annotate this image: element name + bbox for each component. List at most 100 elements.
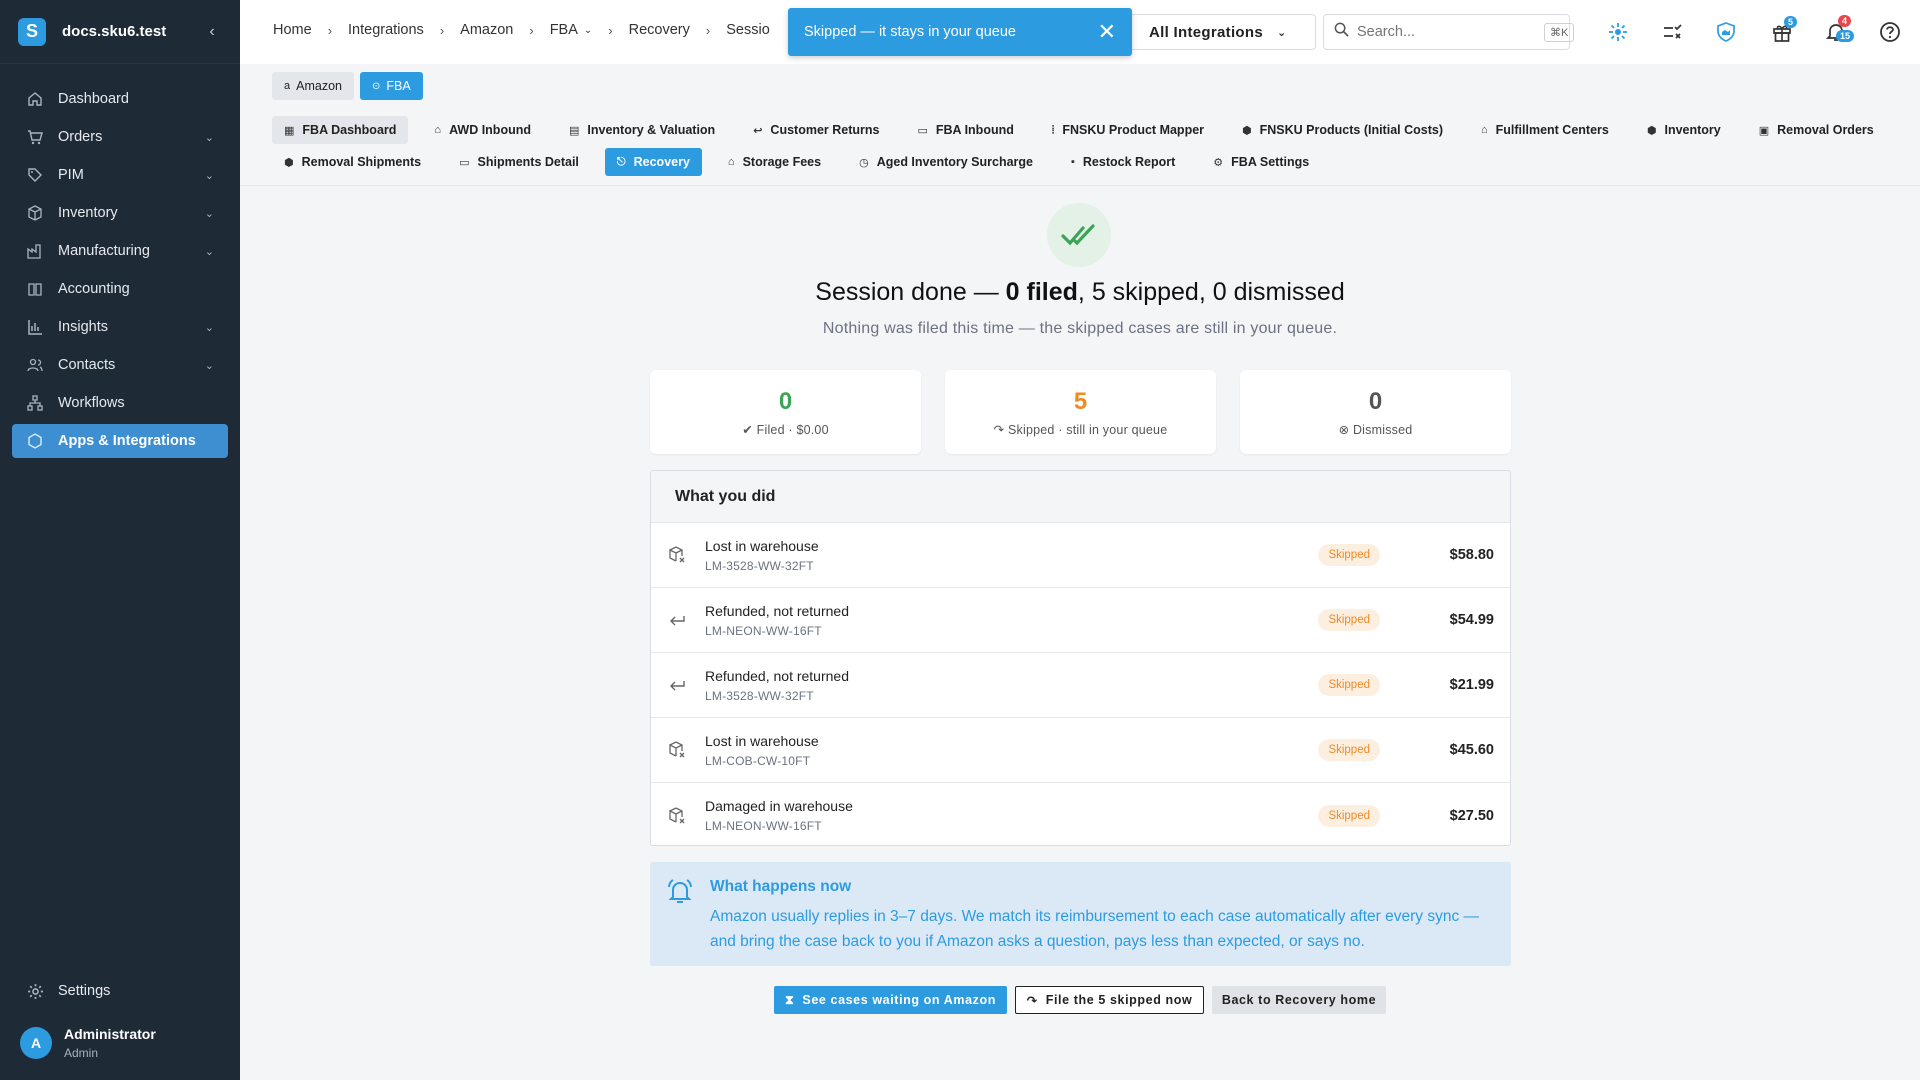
breadcrumb-home[interactable]: Home bbox=[273, 22, 312, 38]
list-item[interactable]: Damaged in warehouse LM-NEON-WW-16FT Skip… bbox=[651, 783, 1510, 845]
sidebar-item-workflows[interactable]: Workflows bbox=[12, 386, 228, 420]
sidebar-item-settings[interactable]: Settings bbox=[12, 974, 228, 1008]
list-item[interactable]: Lost in warehouse LM-COB-CW-10FT Skipped … bbox=[651, 718, 1510, 783]
tab-removal-orders[interactable]: ▣ Removal Orders bbox=[1747, 116, 1886, 144]
sidebar-item-apps-integrations[interactable]: Apps & Integrations bbox=[12, 424, 228, 458]
sidebar-item-manufacturing[interactable]: Manufacturing ⌄ bbox=[12, 234, 228, 268]
tab-fba-settings[interactable]: ⚙ FBA Settings bbox=[1201, 148, 1321, 176]
list-item[interactable]: Refunded, not returned LM-3528-WW-32FT Sk… bbox=[651, 653, 1510, 718]
warehouse-icon: ⌂ bbox=[434, 124, 442, 136]
tab-customer-returns[interactable]: ↩ Customer Returns bbox=[741, 116, 891, 144]
notification-badge-blue: 15 bbox=[1836, 30, 1855, 42]
list-item[interactable]: Refunded, not returned LM-NEON-WW-16FT Sk… bbox=[651, 588, 1510, 653]
user-profile[interactable]: A Administrator Admin bbox=[20, 1026, 156, 1060]
tab-inventory[interactable]: ⬢ Inventory bbox=[1635, 116, 1733, 144]
tab-label: Removal Shipments bbox=[301, 155, 422, 169]
hourglass-icon: ⧗ bbox=[785, 992, 795, 1007]
back-to-recovery-button[interactable]: Back to Recovery home bbox=[1212, 986, 1386, 1014]
chevron-down-icon[interactable]: ⌄ bbox=[584, 25, 592, 36]
chevron-down-icon: ⌄ bbox=[204, 359, 214, 372]
check-circle-icon: ✔ bbox=[742, 423, 753, 437]
tab-label: Shipments Detail bbox=[477, 155, 579, 169]
case-amount: $54.99 bbox=[1449, 612, 1494, 628]
integration-chips: a Amazon ⊙ FBA bbox=[272, 72, 423, 100]
close-icon[interactable]: ✕ bbox=[1098, 21, 1116, 43]
integration-select[interactable]: All Integrations ⌄ bbox=[1120, 14, 1316, 50]
see-waiting-cases-button[interactable]: ⧗ See cases waiting on Amazon bbox=[774, 986, 1007, 1014]
collapse-sidebar-icon[interactable]: ‹ bbox=[202, 23, 222, 41]
sidebar-item-dashboard[interactable]: Dashboard bbox=[12, 82, 228, 116]
breadcrumb-recovery[interactable]: Recovery bbox=[629, 22, 690, 38]
tab-recovery[interactable]: ⎋ Recovery bbox=[604, 148, 702, 176]
fba-icon: ⊙ bbox=[371, 80, 381, 92]
sparkle-icon[interactable] bbox=[1606, 20, 1630, 44]
tab-storage-fees[interactable]: ⌂ Storage Fees bbox=[716, 148, 833, 176]
toast-message: Skipped — it stays in your queue bbox=[804, 24, 1016, 40]
x-circle-icon: ⊗ bbox=[1338, 423, 1350, 437]
shield-icon[interactable] bbox=[1714, 20, 1738, 44]
breadcrumb-amazon[interactable]: Amazon bbox=[460, 22, 513, 38]
status-badge: Skipped bbox=[1318, 609, 1380, 631]
avatar: A bbox=[20, 1027, 52, 1059]
return-arrow-icon bbox=[667, 611, 687, 629]
double-check-icon bbox=[1047, 203, 1111, 267]
headline-prefix: Session done — bbox=[815, 278, 1006, 306]
clock-icon: ◷ bbox=[859, 156, 869, 169]
button-label: Back to Recovery home bbox=[1221, 993, 1377, 1007]
case-title: Refunded, not returned bbox=[705, 602, 849, 619]
sidebar-item-contacts[interactable]: Contacts ⌄ bbox=[12, 348, 228, 382]
sidebar-item-label: Workflows bbox=[58, 395, 125, 411]
tab-label: FNSKU Product Mapper bbox=[1062, 123, 1205, 137]
chip-amazon[interactable]: a Amazon bbox=[272, 72, 354, 100]
help-icon[interactable] bbox=[1878, 20, 1902, 44]
tasks-icon[interactable] bbox=[1660, 20, 1684, 44]
cart-icon bbox=[26, 128, 44, 146]
tab-fba-dashboard[interactable]: ▦ FBA Dashboard bbox=[272, 116, 409, 144]
sidebar-item-inventory[interactable]: Inventory ⌄ bbox=[12, 196, 228, 230]
bell-icon[interactable]: 4 15 bbox=[1824, 15, 1855, 44]
search-input[interactable] bbox=[1357, 24, 1544, 40]
stat-caption: ↷ Skipped · still in your queue bbox=[945, 422, 1216, 437]
file-skipped-button[interactable]: ↷ File the 5 skipped now bbox=[1015, 986, 1204, 1014]
sidebar-item-insights[interactable]: Insights ⌄ bbox=[12, 310, 228, 344]
sidebar-item-pim[interactable]: PIM ⌄ bbox=[12, 158, 228, 192]
gift-icon[interactable]: 5 bbox=[1770, 16, 1798, 44]
recovery-icon: ⎋ bbox=[616, 155, 626, 168]
tab-inventory-valuation[interactable]: ▤ Inventory & Valuation bbox=[557, 116, 727, 144]
chip-fba[interactable]: ⊙ FBA bbox=[359, 72, 423, 100]
tab-aged-inventory-surcharge[interactable]: ◷ Aged Inventory Surcharge bbox=[847, 148, 1045, 176]
tab-shipments-detail[interactable]: ▭ Shipments Detail bbox=[447, 148, 591, 176]
info-callout: What happens now Amazon usually replies … bbox=[650, 862, 1511, 966]
session-subline: Nothing was filed this time — the skippe… bbox=[822, 320, 1338, 337]
tab-fulfillment-centers[interactable]: ⌂ Fulfillment Centers bbox=[1469, 116, 1621, 144]
sidebar-item-orders[interactable]: Orders ⌄ bbox=[12, 120, 228, 154]
case-sku: LM-3528-WW-32FT bbox=[705, 558, 814, 573]
sidebar-item-label: Settings bbox=[58, 983, 111, 999]
app-logo[interactable]: S bbox=[18, 17, 46, 46]
site-name: docs.sku6.test bbox=[62, 23, 167, 40]
tab-label: Inventory bbox=[1664, 123, 1721, 137]
tab-fnsku-product-mapper[interactable]: ⦙ FNSKU Product Mapper bbox=[1040, 116, 1216, 144]
tab-fba-inbound[interactable]: ▭ FBA Inbound bbox=[905, 116, 1025, 144]
case-title: Refunded, not returned bbox=[705, 667, 849, 684]
gear-icon bbox=[26, 982, 44, 1000]
stat-dismissed: 0 ⊗ Dismissed bbox=[1240, 370, 1511, 454]
case-sku: LM-COB-CW-10FT bbox=[705, 753, 811, 768]
damaged-box-icon bbox=[667, 806, 687, 825]
breadcrumb-fba[interactable]: FBA bbox=[550, 22, 578, 38]
sidebar-item-accounting[interactable]: Accounting bbox=[12, 272, 228, 306]
warehouse-icon: ⌂ bbox=[1480, 124, 1488, 136]
breadcrumb-integrations[interactable]: Integrations bbox=[348, 22, 424, 38]
status-badge: Skipped bbox=[1318, 544, 1380, 566]
cube-icon: ⬢ bbox=[1242, 124, 1252, 137]
list-item[interactable]: Lost in warehouse LM-3528-WW-32FT Skipped… bbox=[651, 523, 1510, 588]
info-body: Amazon usually replies in 3–7 days. We m… bbox=[710, 908, 1480, 950]
breadcrumb-separator-icon: › bbox=[327, 22, 333, 38]
breadcrumb: Home › Integrations › Amazon › FBA ⌄ › R… bbox=[273, 22, 770, 38]
search-box[interactable]: ⌘K bbox=[1323, 14, 1575, 50]
tab-removal-shipments[interactable]: ⬢ Removal Shipments bbox=[272, 148, 433, 176]
tab-awd-inbound[interactable]: ⌂ AWD Inbound bbox=[422, 116, 543, 144]
tab-label: FBA Inbound bbox=[935, 123, 1014, 137]
tab-fnsku-products[interactable]: ⬢ FNSKU Products (Initial Costs) bbox=[1230, 116, 1455, 144]
tab-restock-report[interactable]: ▪ Restock Report bbox=[1059, 148, 1187, 176]
